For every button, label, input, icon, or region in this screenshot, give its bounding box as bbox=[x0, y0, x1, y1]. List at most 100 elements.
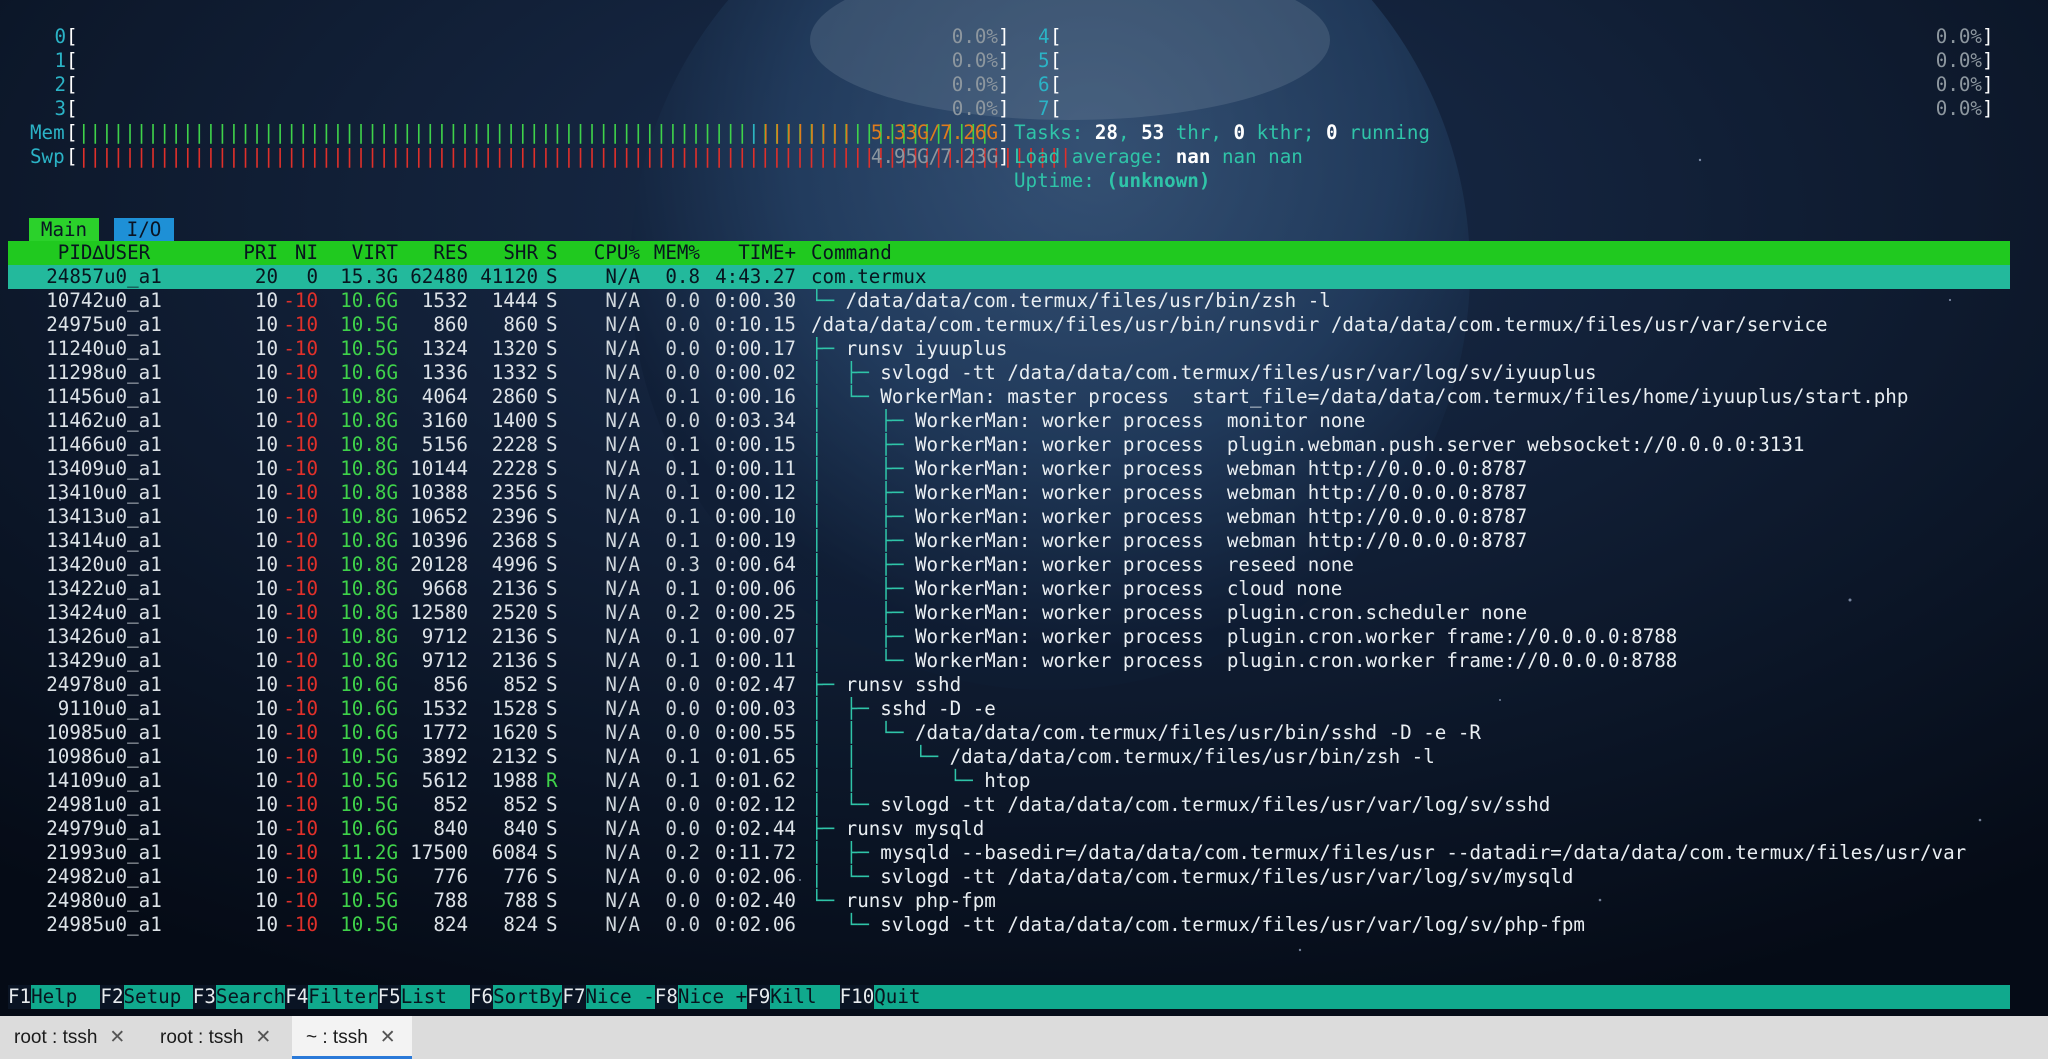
search-button[interactable]: Search bbox=[216, 985, 285, 1009]
htop-terminal[interactable]: 0 [ 0.0% ] 1 [ 0.0% ] 2 [ 0.0% ] 3 [ 0.0… bbox=[0, 0, 2010, 1016]
cell-virt: 11.2G bbox=[340, 841, 398, 864]
tree-connector: │ └─ bbox=[811, 649, 915, 672]
cell-shr: 2228 bbox=[491, 457, 538, 480]
tree-connector: │ └─ bbox=[811, 865, 881, 888]
nice-button[interactable]: Nice - bbox=[586, 985, 655, 1009]
cell-pid: 24979 bbox=[46, 817, 104, 840]
cell-cpu: N/A bbox=[605, 529, 640, 552]
cell-command: svlogd -tt /data/data/com.termux/files/u… bbox=[880, 865, 1574, 888]
cell-pri: 10 bbox=[254, 745, 278, 768]
f4-key[interactable]: F4 bbox=[285, 985, 309, 1009]
tree-connector: │ │ └─ bbox=[811, 769, 985, 792]
cell-command: WorkerMan: worker process webman http://… bbox=[914, 529, 1528, 552]
cell-pid: 11240 bbox=[46, 337, 104, 360]
f8-key[interactable]: F8 bbox=[654, 985, 678, 1009]
filter-button[interactable]: Filter bbox=[308, 985, 377, 1009]
sortby-button[interactable]: SortBy bbox=[493, 985, 562, 1009]
tab-io[interactable]: I/O bbox=[114, 218, 174, 242]
cell-s: S bbox=[546, 529, 558, 552]
cell-mem: 0.0 bbox=[665, 313, 700, 336]
cell-ni: -10 bbox=[283, 913, 318, 936]
cell-time: 0:10.15 bbox=[715, 313, 796, 336]
cell-mem: 0.1 bbox=[665, 457, 700, 480]
close-icon[interactable]: ✕ bbox=[380, 1027, 396, 1048]
cell-command: /data/data/com.termux/files/usr/bin/zsh … bbox=[845, 289, 1331, 312]
f10-key[interactable]: F10 bbox=[839, 985, 875, 1009]
cell-s: S bbox=[546, 313, 558, 336]
cell-cpu: N/A bbox=[605, 337, 640, 360]
cell-user: u0_a1 bbox=[104, 625, 162, 648]
column-res[interactable]: RES bbox=[398, 241, 468, 265]
column-mem[interactable]: MEM% bbox=[640, 241, 700, 265]
f7-key[interactable]: F7 bbox=[562, 985, 586, 1009]
cell-mem: 0.0 bbox=[665, 289, 700, 312]
load-average: Load average: nan nan nan bbox=[1014, 145, 1303, 168]
cell-pri: 10 bbox=[254, 865, 278, 888]
tree-connector: │ ├─ bbox=[811, 625, 915, 648]
column-virt[interactable]: VIRT bbox=[318, 241, 398, 265]
quit-button[interactable]: Quit bbox=[874, 985, 920, 1009]
cell-time: 0:00.64 bbox=[715, 553, 796, 576]
cell-res: 4064 bbox=[421, 385, 468, 408]
cell-command: WorkerMan: worker process webman http://… bbox=[914, 457, 1528, 480]
setup-button[interactable]: Setup bbox=[124, 985, 193, 1009]
window-tab-2[interactable]: root : tssh ✕ bbox=[146, 1016, 310, 1059]
f5-key[interactable]: F5 bbox=[377, 985, 401, 1009]
cell-user: u0_a1 bbox=[104, 337, 162, 360]
cell-shr: 2860 bbox=[491, 385, 538, 408]
column-pid[interactable]: PID∆ bbox=[8, 241, 104, 265]
cell-time: 0:00.11 bbox=[715, 649, 796, 672]
f1-key[interactable]: F1 bbox=[8, 985, 32, 1009]
f2-key[interactable]: F2 bbox=[100, 985, 124, 1009]
column-shr[interactable]: SHR bbox=[468, 241, 538, 265]
f6-key[interactable]: F6 bbox=[470, 985, 494, 1009]
close-icon[interactable]: ✕ bbox=[109, 1027, 125, 1048]
cell-pri: 10 bbox=[254, 433, 278, 456]
cell-mem: 0.1 bbox=[665, 577, 700, 600]
column-time[interactable]: TIME+ bbox=[700, 241, 796, 265]
nice-button[interactable]: Nice + bbox=[678, 985, 747, 1009]
list-button[interactable]: List bbox=[401, 985, 470, 1009]
cell-shr: 2136 bbox=[491, 625, 538, 648]
tree-connector: │ │ └─ bbox=[811, 721, 915, 744]
cell-cpu: N/A bbox=[605, 409, 640, 432]
cell-time: 0:01.65 bbox=[715, 745, 796, 768]
cell-s: S bbox=[546, 745, 558, 768]
cell-cpu: N/A bbox=[605, 505, 640, 528]
cell-mem: 0.0 bbox=[665, 361, 700, 384]
tree-connector: │ ├─ bbox=[811, 361, 881, 384]
cell-cpu: N/A bbox=[605, 721, 640, 744]
cell-pri: 10 bbox=[254, 913, 278, 936]
column-command[interactable]: Command bbox=[811, 241, 892, 265]
cell-mem: 0.1 bbox=[665, 649, 700, 672]
tree-connector: │ ├─ bbox=[811, 841, 881, 864]
cell-ni: -10 bbox=[283, 553, 318, 576]
column-state[interactable]: S bbox=[546, 241, 558, 265]
cell-shr: 41120 bbox=[480, 265, 538, 288]
cell-user: u0_a1 bbox=[104, 577, 162, 600]
cell-pid: 11456 bbox=[46, 385, 104, 408]
f3-key[interactable]: F3 bbox=[192, 985, 216, 1009]
cell-command: runsv php-fpm bbox=[845, 889, 996, 912]
cell-s: S bbox=[546, 673, 558, 696]
cell-virt: 10.5G bbox=[340, 745, 398, 768]
cell-time: 4:43.27 bbox=[715, 265, 796, 288]
window-tab-3-active[interactable]: ~ : tssh ✕ bbox=[292, 1016, 412, 1059]
cell-res: 5612 bbox=[421, 769, 468, 792]
column-cpu[interactable]: CPU% bbox=[568, 241, 640, 265]
tab-main[interactable]: Main bbox=[29, 218, 99, 242]
help-button[interactable]: Help bbox=[31, 985, 100, 1009]
cell-s: S bbox=[546, 481, 558, 504]
window-tab-1[interactable]: root : tssh ✕ bbox=[0, 1016, 164, 1059]
cell-time: 0:00.12 bbox=[715, 481, 796, 504]
f9-key[interactable]: F9 bbox=[747, 985, 771, 1009]
cell-pid: 24985 bbox=[46, 913, 104, 936]
kill-button[interactable]: Kill bbox=[770, 985, 839, 1009]
column-user[interactable]: USER bbox=[104, 241, 150, 265]
close-icon[interactable]: ✕ bbox=[255, 1027, 271, 1048]
cell-user: u0_a1 bbox=[104, 505, 162, 528]
tree-connector: │ └─ bbox=[811, 385, 881, 408]
column-pri[interactable]: PRI bbox=[198, 241, 278, 265]
column-ni[interactable]: NI bbox=[278, 241, 318, 265]
tree-connector: └─ bbox=[811, 289, 846, 312]
